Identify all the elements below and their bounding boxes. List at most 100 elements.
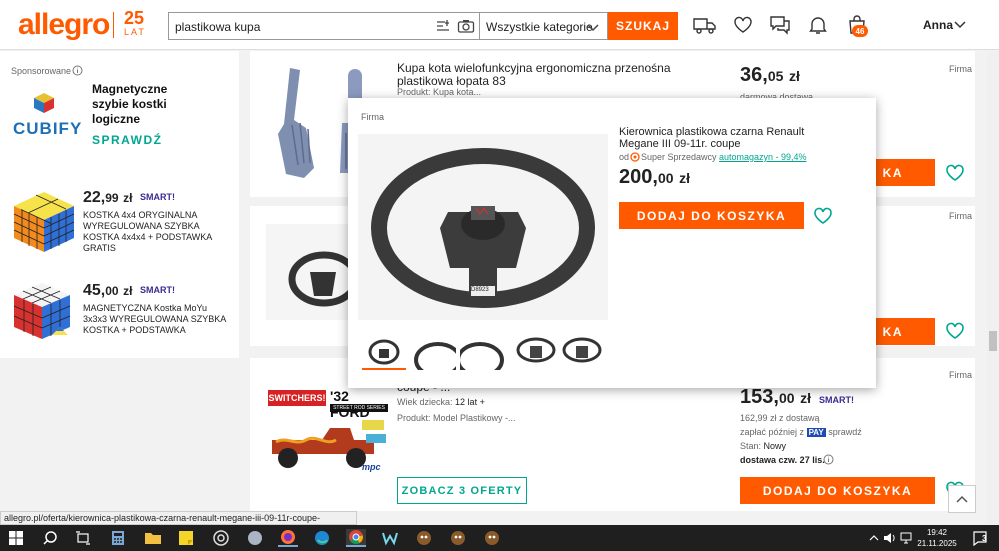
thumbnail-2[interactable] <box>412 336 456 370</box>
listing-image-ford-model-kit[interactable]: SWITCHERS! '32 FORD STREET ROD SERIES mp… <box>266 388 390 474</box>
sponsored-label: Sponsorowane <box>11 66 72 76</box>
search-icon[interactable] <box>40 529 60 547</box>
volume-icon[interactable] <box>883 529 897 547</box>
top-header: allegro 25 LAT Wszystkie kategorie SZUKA… <box>0 0 999 50</box>
windows-taskbar: 3 <box>0 525 999 551</box>
camera-icon[interactable] <box>457 18 475 37</box>
chevron-up-icon <box>956 495 968 503</box>
game-app-icon[interactable] <box>414 529 434 547</box>
popup-product-title[interactable]: Kierownica plastikowa czarna Renault Meg… <box>619 126 837 150</box>
allegro-logo[interactable]: allegro <box>18 8 110 42</box>
logo-divider <box>113 12 114 38</box>
image-brand-mpc: mpc <box>362 462 381 472</box>
popup-add-to-cart-button[interactable]: DODAJ DO KOSZYKA <box>619 202 804 229</box>
pay-later-info: zapłać później z PAY sprawdź <box>740 427 862 437</box>
chrome-icon[interactable] <box>346 529 366 547</box>
listing-1-title[interactable]: Kupa kota wielofunkcyjna ergonomiczna pr… <box>397 62 727 88</box>
windows-start-icon[interactable] <box>6 529 26 547</box>
ad-title[interactable]: Magnetyczne szybie kostki logiczne <box>92 82 182 127</box>
smart-badge: SMART! <box>140 285 175 295</box>
user-name[interactable]: Anna <box>923 18 953 32</box>
sticky-notes-icon[interactable] <box>176 529 196 547</box>
heart-icon[interactable] <box>731 14 755 36</box>
game-app-icon[interactable] <box>448 529 468 547</box>
smart-badge: SMART! <box>819 395 854 405</box>
popup-price: 200,00 zł <box>619 166 690 188</box>
product-2-title[interactable]: MAGNETYCZNA Kostka MoYu 3x3x3 WYREGULOWA… <box>83 303 233 336</box>
delivery-info-icon[interactable] <box>823 454 834 468</box>
taskbar-date: 21.11.2025 <box>917 539 957 548</box>
thumbnail-1[interactable] <box>362 336 406 370</box>
product-image-3x3-cube[interactable] <box>12 281 74 341</box>
seller-type: Firma <box>949 370 972 380</box>
listing-3-product: Produkt: Model Plastikowy -... <box>397 413 516 423</box>
category-select-label: Wszystkie kategorie <box>486 20 593 34</box>
super-seller-icon <box>630 151 640 165</box>
file-explorer-icon[interactable] <box>143 529 163 547</box>
listing-2-heart-icon[interactable] <box>944 320 966 342</box>
link-status-bar: allegro.pl/oferta/kierownica-plastikowa-… <box>0 511 357 535</box>
listing-1-subtitle: Produkt: Kupa kota... <box>397 87 482 97</box>
popup-seller-type: Firma <box>361 112 384 122</box>
image-text-switchers: SWITCHERS! <box>268 390 326 406</box>
ad-cta-link[interactable]: SPRAWDŹ <box>92 133 163 147</box>
edge-icon[interactable] <box>312 529 332 547</box>
pay-logo: PAY <box>806 428 826 437</box>
thumbnail-5[interactable] <box>560 336 604 370</box>
scroll-to-top-button[interactable] <box>948 485 976 513</box>
cube-logo-icon <box>33 92 55 117</box>
listing-3-age: Wiek dziecka: 12 lat + <box>397 397 485 407</box>
listing-3-add-to-cart-button[interactable]: DODAJ DO KOSZYKA <box>740 477 935 504</box>
game-app-icon[interactable] <box>482 529 502 547</box>
thumbnail-4[interactable] <box>514 336 558 370</box>
product-preview-popup: Firma D8923 Kierownica plastikowa czarna… <box>348 98 876 388</box>
product-1-title[interactable]: KOSTKA 4x4 ORYGINALNA WYREGULOWANA SZYBK… <box>83 210 233 254</box>
product-image-4x4-cube[interactable] <box>10 188 78 256</box>
scrollbar-thumb[interactable] <box>989 331 997 351</box>
category-select[interactable]: Wszystkie kategorie <box>480 12 608 40</box>
image-part-label: D8923 <box>471 287 489 293</box>
listing-3-price-with-shipping: 162,99 zł z dostawą <box>740 413 820 423</box>
bell-icon[interactable] <box>806 14 830 36</box>
search-box <box>168 12 480 40</box>
condition: Stan: Nowy <box>740 441 787 451</box>
search-button[interactable]: SZUKAJ <box>608 12 678 40</box>
chevron-down-icon <box>586 20 600 37</box>
cubify-brand-logo[interactable]: CUBIFY <box>13 119 82 139</box>
seller-link[interactable]: automagazyn - 99,4% <box>719 152 807 162</box>
calculator-icon[interactable] <box>108 529 128 547</box>
product-1-price: 22,99 zł <box>83 189 133 206</box>
messages-icon[interactable] <box>768 14 792 36</box>
user-chevron-down-icon[interactable] <box>953 19 967 34</box>
info-icon[interactable] <box>72 65 83 79</box>
taskbar-time: 19:42 <box>926 528 948 537</box>
search-input[interactable] <box>175 17 425 37</box>
listing-1-price: 36,05 zł <box>740 64 800 86</box>
seller-type: Firma <box>949 64 972 74</box>
notifications-icon[interactable] <box>970 529 990 547</box>
seller-type: Firma <box>949 211 972 221</box>
listing-1-heart-icon[interactable] <box>944 162 966 184</box>
anniversary-text: LAT <box>124 27 146 37</box>
scrollbar-track[interactable] <box>987 51 999 525</box>
firefox-icon[interactable] <box>278 529 298 547</box>
sponsored-sidebar: Sponsorowane CUBIFY Magnetyczne szybie k… <box>0 51 239 358</box>
delivery-truck-icon[interactable] <box>693 14 717 36</box>
notification-count: 3 <box>982 534 987 543</box>
popup-heart-icon[interactable] <box>812 205 834 227</box>
filter-lines-icon[interactable] <box>435 18 451 37</box>
cart-count-badge: 46 <box>852 25 868 37</box>
listing-image-steering-wheel-small[interactable] <box>266 224 360 320</box>
task-view-icon[interactable] <box>73 529 93 547</box>
app-w-icon[interactable] <box>380 529 400 547</box>
thumbnail-3[interactable] <box>460 336 504 370</box>
more-offers-button[interactable]: ZOBACZ 3 OFERTY <box>397 477 527 504</box>
popup-main-image[interactable]: D8923 <box>358 134 608 320</box>
smart-badge: SMART! <box>140 192 175 202</box>
super-seller-label: Super Sprzedawcy <box>641 152 717 162</box>
app-circle-icon[interactable] <box>245 529 265 547</box>
media-disc-icon[interactable] <box>211 529 231 547</box>
taskbar-clock[interactable]: 19:42 21.11.2025 <box>912 527 962 549</box>
network-icon[interactable] <box>899 529 913 547</box>
tray-chevron-up-icon[interactable] <box>868 529 880 547</box>
